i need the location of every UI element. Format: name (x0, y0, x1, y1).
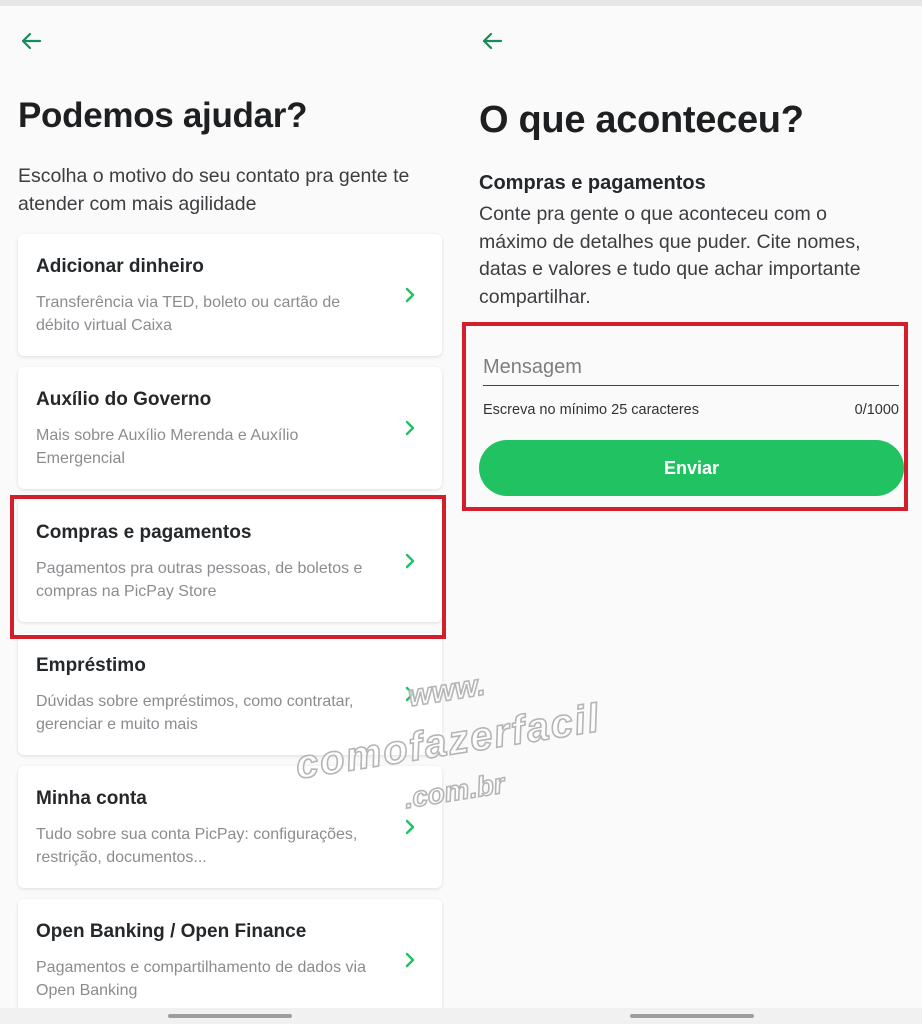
chevron-right-icon (405, 287, 415, 303)
topic-description: Mais sobre Auxílio Merenda e Auxílio Eme… (36, 427, 299, 467)
topic-card-minha-conta[interactable]: Minha conta Tudo sobre sua conta PicPay:… (18, 766, 442, 888)
message-input[interactable] (483, 349, 899, 386)
topic-title: Compras e pagamentos (36, 522, 252, 543)
topic-description: Pagamentos pra outras pessoas, de boleto… (36, 560, 363, 600)
back-button[interactable] (479, 28, 505, 54)
topic-title: Empréstimo (36, 655, 146, 676)
topic-heading: Compras e pagamentos (479, 172, 706, 194)
topic-description: Transferência via TED, boleto ou cartão … (36, 294, 341, 334)
topic-title: Minha conta (36, 788, 147, 809)
topic-title: Auxílio do Governo (36, 389, 212, 410)
arrow-left-icon (482, 32, 503, 50)
topic-instructions: Conte pra gente o que aconteceu com o má… (479, 203, 861, 308)
chevron-right-icon (405, 952, 415, 968)
gesture-handle[interactable] (168, 1014, 292, 1018)
character-counter: 0/1000 (854, 402, 899, 418)
help-topics-screen: Podemos ajudar? Escolha o motivo do seu … (0, 6, 462, 1008)
send-button[interactable]: Enviar (479, 440, 904, 496)
navigation-bar (0, 1008, 922, 1024)
topic-card-adicionar-dinheiro[interactable]: Adicionar dinheiro Transferência via TED… (18, 234, 442, 356)
chevron-right-icon (405, 686, 415, 702)
topic-card-compras-e-pagamentos[interactable]: Compras e pagamentos Pagamentos pra outr… (18, 500, 442, 622)
topic-description: Pagamentos e compartilhamento de dados v… (36, 959, 366, 999)
page-title: O que aconteceu? (479, 99, 804, 141)
page-title: Podemos ajudar? (18, 96, 308, 135)
chevron-right-icon (405, 420, 415, 436)
page-subtitle: Escolha o motivo do seu contato pra gent… (18, 165, 410, 215)
topic-card-emprestimo[interactable]: Empréstimo Dúvidas sobre empréstimos, co… (18, 633, 442, 755)
topic-title: Adicionar dinheiro (36, 256, 204, 277)
topic-card-open-banking[interactable]: Open Banking / Open Finance Pagamentos e… (18, 899, 442, 1008)
chevron-right-icon (405, 819, 415, 835)
back-button[interactable] (18, 28, 44, 54)
topic-card-auxilio-do-governo[interactable]: Auxílio do Governo Mais sobre Auxílio Me… (18, 367, 442, 489)
topic-title: Open Banking / Open Finance (36, 921, 307, 942)
topic-description: Dúvidas sobre empréstimos, como contrata… (36, 693, 354, 733)
gesture-handle[interactable] (630, 1014, 754, 1018)
arrow-left-icon (21, 32, 42, 50)
chevron-right-icon (405, 553, 415, 569)
topic-description: Tudo sobre sua conta PicPay: configuraçõ… (36, 826, 358, 866)
min-length-hint: Escreva no mínimo 25 caracteres (483, 402, 699, 418)
message-form-screen: O que aconteceu? Compras e pagamentos Co… (462, 6, 922, 1008)
